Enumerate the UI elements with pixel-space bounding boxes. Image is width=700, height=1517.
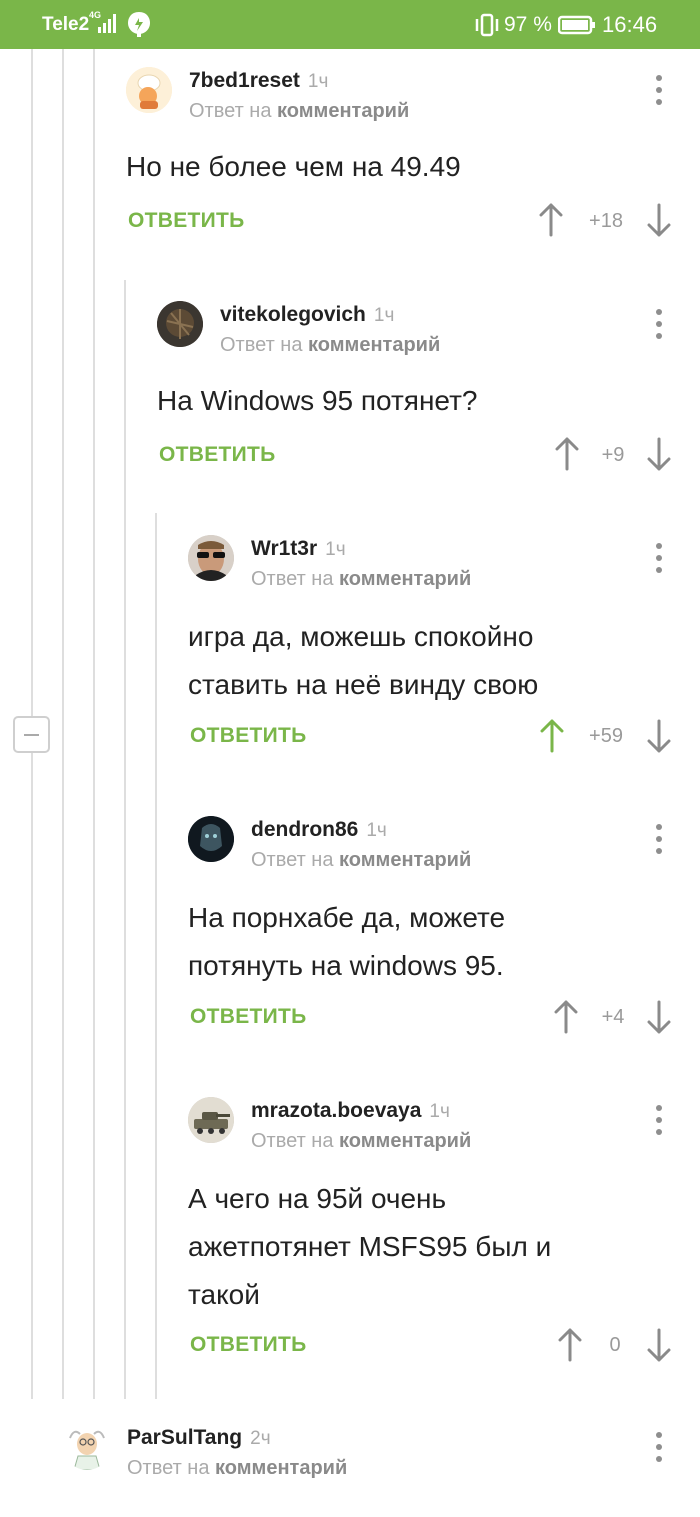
- thread-line[interactable]: [124, 280, 126, 1399]
- reply-to-label: Ответ на комментарий: [189, 100, 410, 122]
- comment-text: Но не более чем на 49.49: [126, 151, 461, 182]
- comment-score: 0: [609, 1334, 621, 1356]
- downvote-icon[interactable]: [647, 719, 671, 753]
- comment-text: А чего на 95й очень ажетпотянет MSFS95 б…: [188, 1183, 552, 1310]
- comment-score: +59: [589, 725, 623, 747]
- more-options-icon[interactable]: [655, 543, 663, 573]
- avatar[interactable]: [188, 1097, 234, 1143]
- more-options-icon[interactable]: [655, 824, 663, 854]
- upvote-icon[interactable]: [558, 1328, 582, 1362]
- avatar[interactable]: [188, 535, 234, 581]
- more-options-icon[interactable]: [655, 1432, 663, 1462]
- carrier-label: Tele2: [42, 14, 90, 35]
- status-bar: Tele2 4G 97 % 16:46: [0, 0, 700, 49]
- downvote-icon[interactable]: [647, 1000, 671, 1034]
- downvote-icon[interactable]: [647, 1328, 671, 1362]
- cook-avatar-icon: [126, 67, 172, 113]
- reply-to-link[interactable]: комментарий: [215, 1457, 347, 1479]
- upvote-icon[interactable]: [554, 1000, 578, 1034]
- downvote-icon[interactable]: [647, 437, 671, 471]
- upvote-icon[interactable]: [540, 719, 564, 753]
- signal-icon: [98, 13, 120, 33]
- comment: dendron86 1ч Ответ на комментарий На порн…: [188, 816, 688, 1036]
- comment-text: На Windows 95 потянет?: [157, 385, 478, 416]
- leaf-icon: [128, 12, 150, 37]
- upvote-icon[interactable]: [555, 437, 579, 471]
- more-options-icon[interactable]: [655, 309, 663, 339]
- battery-icon: [558, 15, 595, 35]
- thread-line[interactable]: [93, 49, 95, 1399]
- reply-to-link[interactable]: комментарий: [339, 1130, 471, 1152]
- username[interactable]: vitekolegovich 1ч: [220, 303, 394, 327]
- thread-line[interactable]: [62, 49, 64, 1399]
- avatar[interactable]: [64, 1424, 110, 1470]
- reply-to-label: Ответ на комментарий: [127, 1457, 348, 1479]
- comment-text: На порнхабе да, можете потянуть на windo…: [188, 902, 506, 981]
- photo-avatar-icon: [188, 535, 234, 581]
- comment-time: 1ч: [325, 539, 346, 560]
- thread-line[interactable]: [31, 49, 33, 716]
- comment: vitekolegovich 1ч Ответ на комментарий На…: [157, 301, 687, 481]
- vibrate-icon: [475, 13, 499, 37]
- comment: ParSulTang 2ч Ответ на комментарий: [64, 1424, 688, 1517]
- more-options-icon[interactable]: [655, 75, 663, 105]
- comment-time: 1ч: [366, 820, 387, 841]
- photo-avatar-icon: [188, 1097, 234, 1143]
- username[interactable]: Wr1t3r 1ч: [251, 537, 346, 561]
- avatar[interactable]: [126, 67, 172, 113]
- downvote-icon[interactable]: [647, 203, 671, 237]
- reply-to-link[interactable]: комментарий: [339, 568, 471, 590]
- avatar[interactable]: [188, 816, 234, 862]
- username[interactable]: 7bed1reset 1ч: [189, 69, 328, 93]
- comment-score: +9: [601, 444, 625, 466]
- reply-to-link[interactable]: комментарий: [339, 849, 471, 871]
- username[interactable]: dendron86 1ч: [251, 818, 387, 842]
- upvote-icon[interactable]: [539, 203, 563, 237]
- avatar[interactable]: [157, 301, 203, 347]
- collapse-thread-button[interactable]: [13, 716, 50, 753]
- reply-to-label: Ответ на комментарий: [251, 568, 472, 590]
- reply-to-label: Ответ на комментарий: [251, 1130, 472, 1152]
- comment-text: игра да, можешь спокойно ставить на неё …: [188, 621, 539, 700]
- comment: mrazota.boevaya 1ч Ответ на комментарий А…: [188, 1097, 688, 1367]
- comment: 7bed1reset 1ч Ответ на комментарий Но не …: [126, 67, 686, 247]
- comment-score: +18: [589, 210, 623, 232]
- comment-time: 2ч: [250, 1428, 271, 1449]
- comment-time: 1ч: [307, 71, 329, 92]
- reply-to-link[interactable]: комментарий: [308, 334, 440, 356]
- comment-time: 1ч: [373, 305, 395, 326]
- reply-button[interactable]: ОТВЕТИТЬ: [190, 1333, 307, 1357]
- reply-to-label: Ответ на комментарий: [251, 849, 472, 871]
- thread-line[interactable]: [31, 753, 33, 1399]
- comment-score: +4: [601, 1006, 625, 1028]
- username[interactable]: mrazota.boevaya 1ч: [251, 1099, 450, 1123]
- comment: Wr1t3r 1ч Ответ на комментарий игра да, м…: [188, 535, 688, 755]
- cartoon-professor-avatar-icon: [64, 1424, 110, 1470]
- reply-button[interactable]: ОТВЕТИТЬ: [128, 209, 245, 233]
- battery-percent: 97 %: [504, 13, 552, 36]
- reply-button[interactable]: ОТВЕТИТЬ: [190, 1005, 307, 1029]
- reply-to-link[interactable]: комментарий: [277, 100, 409, 122]
- reply-button[interactable]: ОТВЕТИТЬ: [159, 443, 276, 467]
- photo-avatar-icon: [188, 816, 234, 862]
- username[interactable]: ParSulTang 2ч: [127, 1426, 271, 1450]
- reply-button[interactable]: ОТВЕТИТЬ: [190, 724, 307, 748]
- more-options-icon[interactable]: [655, 1105, 663, 1135]
- reply-to-label: Ответ на комментарий: [220, 334, 441, 356]
- photo-avatar-icon: [157, 301, 203, 347]
- comment-time: 1ч: [429, 1101, 450, 1122]
- thread-line[interactable]: [155, 513, 157, 1399]
- clock: 16:46: [602, 12, 658, 37]
